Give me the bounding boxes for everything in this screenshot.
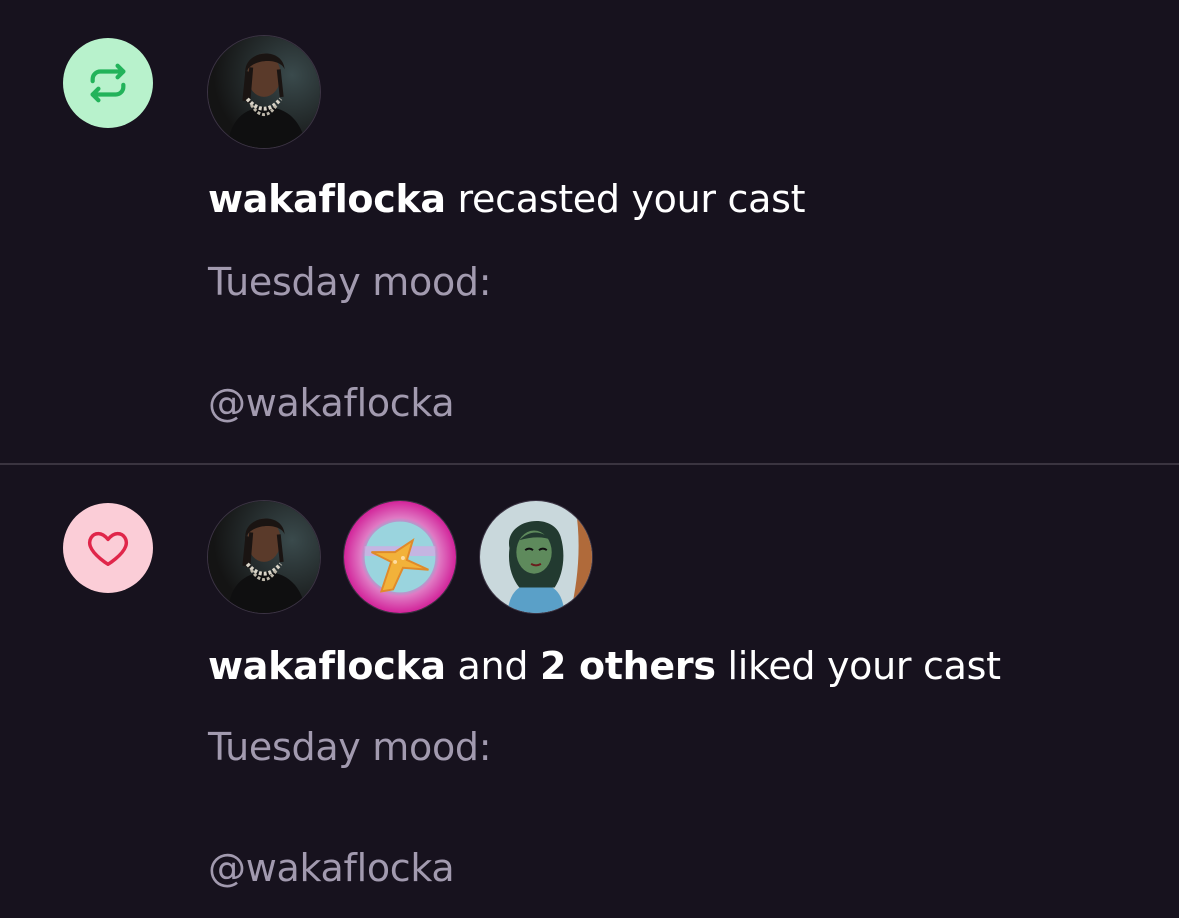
- avatar-wakaflocka[interactable]: [207, 500, 321, 614]
- notification-headline: wakaflocka recasted your cast: [208, 175, 805, 223]
- cast-preview-line-2[interactable]: @wakaflocka: [208, 844, 455, 892]
- avatar-wakaflocka[interactable]: [207, 35, 321, 149]
- action-text: recasted your cast: [445, 177, 806, 221]
- like-badge: [63, 503, 153, 593]
- wakaflocka-avatar-image: [208, 501, 320, 613]
- notification-item-like[interactable]: wakaflocka and 2 others liked your cast …: [0, 465, 1179, 918]
- cast-preview-line-2[interactable]: @wakaflocka: [208, 379, 455, 427]
- avatar-cartoon-girl[interactable]: [479, 500, 593, 614]
- cast-preview-line-1[interactable]: Tuesday mood:: [208, 258, 492, 306]
- actor-avatars: [207, 500, 593, 616]
- notification-item-recast[interactable]: wakaflocka recasted your cast Tuesday mo…: [0, 0, 1179, 463]
- cartoon-girl-avatar-image: [480, 501, 592, 613]
- actor-avatars: [207, 35, 321, 151]
- recast-icon: [90, 63, 126, 103]
- recast-badge: [63, 38, 153, 128]
- heart-icon: [88, 531, 128, 567]
- cast-preview-line-1[interactable]: Tuesday mood:: [208, 723, 492, 771]
- and-text: and: [445, 644, 540, 688]
- wakaflocka-avatar-image: [208, 36, 320, 148]
- avatar-starfish[interactable]: [343, 500, 457, 614]
- others-count[interactable]: 2 others: [540, 644, 716, 688]
- starfish-avatar-image: [344, 501, 456, 613]
- action-text: liked your cast: [715, 644, 1001, 688]
- actor-name[interactable]: wakaflocka: [208, 644, 446, 688]
- notification-headline: wakaflocka and 2 others liked your cast: [208, 642, 1001, 690]
- actor-name[interactable]: wakaflocka: [208, 177, 446, 221]
